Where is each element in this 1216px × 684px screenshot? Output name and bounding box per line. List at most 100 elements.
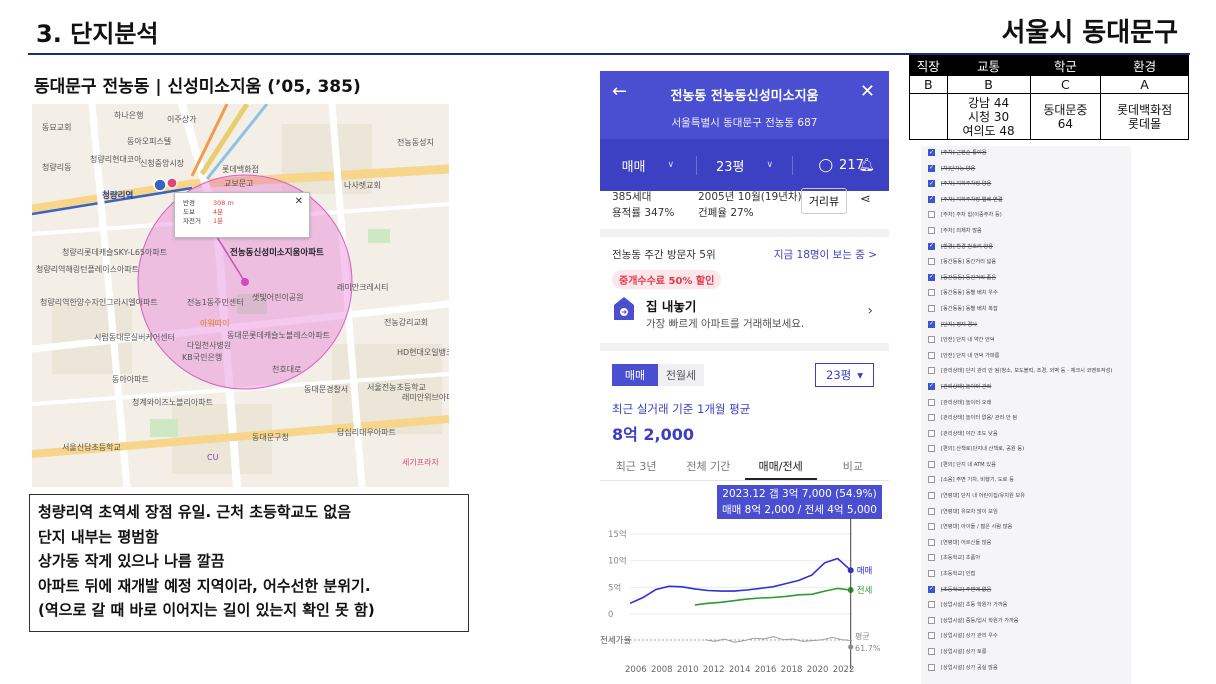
location-map[interactable]: 하나은행 이주상가 동묘교회 동아오피스텔 신청중앙시장 청량리현대코아 청량리… [32,104,449,487]
checklist-item[interactable]: [관리상태] 놀이터 없음/ 관리 안 됨 [928,414,1131,422]
checkbox[interactable] [928,258,935,266]
tab-sale-rent[interactable]: 매매/전세 [744,455,817,480]
checklist-item[interactable]: [연령대] 단지 내 어린이집/유치원 보유 [928,492,1131,500]
checklist-item[interactable]: [관리상태] 단지 관리 안 됨(청소, 보도블럭, 조경, 외벽 등 - 체크… [928,367,1131,375]
checkbox[interactable] [928,226,935,234]
checkbox[interactable] [928,414,935,422]
checklist-item[interactable]: ✓ [차]단가능 양용 [928,164,1131,172]
checkbox[interactable] [928,398,935,406]
checklist-item[interactable]: [관리상태] 놀이터 오래 [928,398,1131,406]
checkbox[interactable] [928,476,935,484]
checkbox[interactable] [928,632,935,640]
note-line: 아파트 뒤에 재개발 예정 지역이라, 어수선한 분위기. [38,576,371,595]
map-label: 답십리대우아파트 [337,428,396,437]
checkbox[interactable] [928,648,935,655]
checklist-item[interactable]: [상업시설] 상가 관리 우수 [928,632,1131,640]
y-tick-label: 5억 [608,582,621,593]
checklist-item[interactable]: [동간동동] 동별 배치 우수 [928,289,1131,297]
tab-all[interactable]: 전체 기간 [672,455,744,480]
sell-title[interactable]: 집 내놓기 [646,296,696,315]
checklist-item[interactable]: [연령대] 아이들 / 젊은 사람 많음 [928,523,1131,531]
checkbox[interactable]: ✓ [928,195,935,203]
map-label: 청계와이즈노블리아파트 [132,398,213,407]
checklist-item[interactable]: [상업시설] 상가 토롱 [928,648,1131,655]
checkbox[interactable] [928,304,935,312]
detail-school: 동대문중 64 [1029,93,1102,140]
close-icon[interactable]: ✕ [295,196,303,207]
checklist-item[interactable]: [동간동동] 동간거리 넓음 [928,258,1131,266]
bell-icon[interactable]: 🔔︎ [858,158,875,173]
chevron-right-icon[interactable]: › [867,303,873,319]
segment-rent[interactable]: 전월세 [658,364,704,386]
checklist-item[interactable]: [상업시설] 중등/입시 학원가 가까움 [928,616,1131,624]
y-tick-label: 10억 [608,556,627,567]
checkbox[interactable] [928,663,935,671]
checkbox[interactable] [928,616,935,624]
checkbox[interactable] [928,554,935,562]
region-title: 서울시 동대문구 [1001,18,1179,48]
note-line: 청량리역 초역세 장점 유일. 근처 초등학교도 없음 [38,503,352,521]
checklist-item[interactable]: [상업시설] 초등 학원가 가까움 [928,601,1131,609]
checkbox[interactable] [928,601,935,609]
share-icon[interactable]: ⋖ [860,192,871,207]
checkbox[interactable] [928,507,935,515]
checkbox[interactable] [928,429,935,437]
checklist-item[interactable]: ✓ [환경] 환경 번호키 양용 [928,242,1131,250]
tab-recent3y[interactable]: 최근 3년 [600,455,672,480]
checklist-item[interactable]: [주차] 외제차 많음 [928,226,1131,234]
checkbox[interactable] [928,538,935,546]
checklist-item[interactable]: [주차] 주차 힘(이중주차 등) [928,211,1131,219]
checkbox[interactable]: ✓ [928,180,935,188]
checkbox[interactable] [928,351,935,359]
checklist-item[interactable]: ✓ [관리상태] 놀이터 관리 [928,382,1131,390]
checkbox[interactable]: ✓ [928,273,935,281]
checklist-item[interactable]: [소음] 주변 기차, 비행기, 도로 등 [928,476,1131,484]
checklist-item[interactable]: [편의] 단지 내 ATM 있음 [928,460,1131,468]
checkbox[interactable]: ✓ [928,382,935,390]
checklist-item[interactable]: [동간동동] 동별 배치 복잡 [928,304,1131,312]
checklist-item[interactable]: [편의] 산책로(단지내 산책로, 공원 등) [928,445,1131,453]
checklist-item[interactable]: [초등학교] 초품아 [928,554,1131,562]
viewers-link[interactable]: 지금 18명이 보는 중 > [774,247,877,262]
comments-button[interactable]: ◯ 217 🔔︎ [793,158,889,173]
tab-compare[interactable]: 비교 [817,455,889,480]
checkbox[interactable] [928,445,935,453]
checklist-item[interactable]: ✓ [동간동동] 동간거리 좁음 [928,273,1131,281]
checklist-item[interactable]: [연령대] 유모차 많이 보임 [928,507,1131,515]
close-icon[interactable]: ✕ [860,81,875,102]
checklist-item[interactable]: [초등학교] 인접 [928,570,1131,578]
checklist-item[interactable]: ✓ [주차] 지하주차장 양용 [928,180,1131,188]
checkbox[interactable]: ✓ [928,585,935,593]
checklist-item[interactable]: [관리상태] 야간 조도 낮음 [928,429,1131,437]
checklist-item[interactable]: ✓ [초등학교] 주변에 없음 [928,585,1131,593]
checkbox[interactable]: ✓ [928,320,935,328]
size-select[interactable]: 23평 ▾ [815,363,874,387]
checkbox[interactable] [928,336,935,344]
checkbox[interactable]: ✓ [928,149,935,156]
deal-type-dropdown[interactable]: 매매 ∨ [600,155,697,175]
price-chart[interactable]: 15억 10억 5억 0 매매전세전세가율 평균 61.7% 2006 2008 2010 2012… [600,519,889,684]
checkbox[interactable] [928,211,935,219]
size-dropdown[interactable]: 23평 ∨ [697,155,794,175]
checklist-item[interactable]: [상업시설] 상가 공실 많음 [928,663,1131,671]
checklist-item[interactable]: [안전] 단지 내 약간 언덕 [928,336,1131,344]
x-tick-label: 2020 [807,665,829,675]
checklist-item[interactable]: [연령대] 어르신들 많음 [928,538,1131,546]
map-label: KB국민은행 [182,353,223,362]
checkbox[interactable] [928,523,935,531]
checklist-item[interactable]: ✓ [주차] 근본순 통이용 [928,149,1131,156]
checkbox[interactable] [928,570,935,578]
checkbox[interactable]: ✓ [928,242,935,250]
checklist-item[interactable]: ✓ [단지] 평지 경사 [928,320,1131,328]
segment-sale[interactable]: 매매 [612,364,658,386]
checklist-item[interactable]: [안전] 단지 내 언덕 가파름 [928,351,1131,359]
checkbox[interactable] [928,289,935,297]
checkbox[interactable] [928,460,935,468]
checklist-item[interactable]: ✓ [주차] 지하주차장 엘베 연결 [928,195,1131,203]
checklist-label: [연령대] 아이들 / 젊은 사람 많음 [941,524,1013,531]
map-label: 동아아파트 [112,375,149,384]
street-view-button[interactable]: 거리뷰 [801,188,847,214]
checkbox[interactable] [928,367,935,375]
checkbox[interactable]: ✓ [928,164,935,172]
checkbox[interactable] [928,492,935,500]
